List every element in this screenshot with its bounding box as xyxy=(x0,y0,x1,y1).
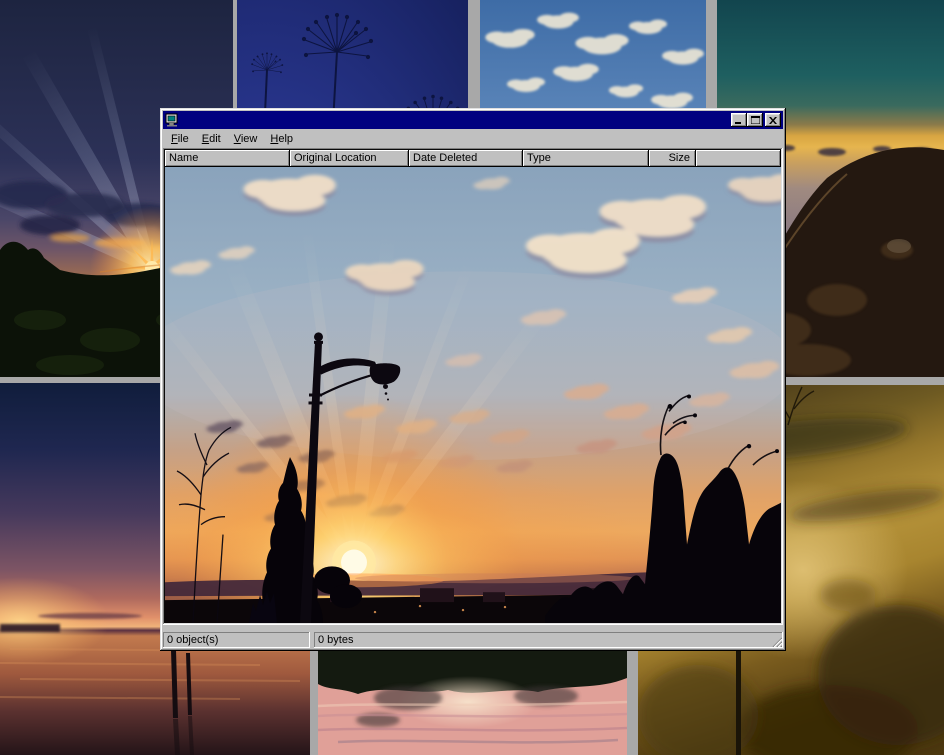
resize-grip[interactable] xyxy=(770,635,782,647)
column-header-blank xyxy=(696,150,781,167)
wallpaper-photo-pink-reflection xyxy=(318,650,627,755)
sunset-photo xyxy=(165,167,781,623)
folder-contents-area[interactable] xyxy=(165,167,781,623)
menu-help[interactable]: Help xyxy=(264,131,300,147)
maximize-icon xyxy=(751,116,760,124)
close-icon xyxy=(769,117,777,124)
column-header-size[interactable]: Size xyxy=(649,150,696,167)
status-object-count: 0 object(s) xyxy=(163,632,310,648)
column-header-date-deleted[interactable]: Date Deleted xyxy=(409,150,523,167)
window-titlebar[interactable] xyxy=(163,111,783,129)
menu-view[interactable]: View xyxy=(228,131,265,147)
column-headers: Name Original Location Date Deleted Type… xyxy=(165,150,781,167)
column-header-name[interactable]: Name xyxy=(165,150,290,167)
menu-bar: File Edit View Help xyxy=(163,130,783,148)
column-header-original-location[interactable]: Original Location xyxy=(290,150,409,167)
minimize-icon xyxy=(735,117,743,124)
recycle-bin-window: File Edit View Help Name Original Locati… xyxy=(160,108,786,651)
column-header-type[interactable]: Type xyxy=(523,150,649,167)
close-button[interactable] xyxy=(765,113,781,127)
minimize-button[interactable] xyxy=(731,113,747,127)
computer-monitor-icon xyxy=(165,113,179,127)
list-view: Name Original Location Date Deleted Type… xyxy=(163,148,783,625)
maximize-button[interactable] xyxy=(747,113,763,127)
window-controls xyxy=(731,113,781,127)
menu-edit[interactable]: Edit xyxy=(196,131,228,147)
status-bar: 0 object(s) 0 bytes xyxy=(163,625,783,648)
status-size: 0 bytes xyxy=(314,632,783,648)
menu-file[interactable]: File xyxy=(163,131,196,147)
desktop: { "window": { "title": "", "icon": "comp… xyxy=(0,0,944,755)
